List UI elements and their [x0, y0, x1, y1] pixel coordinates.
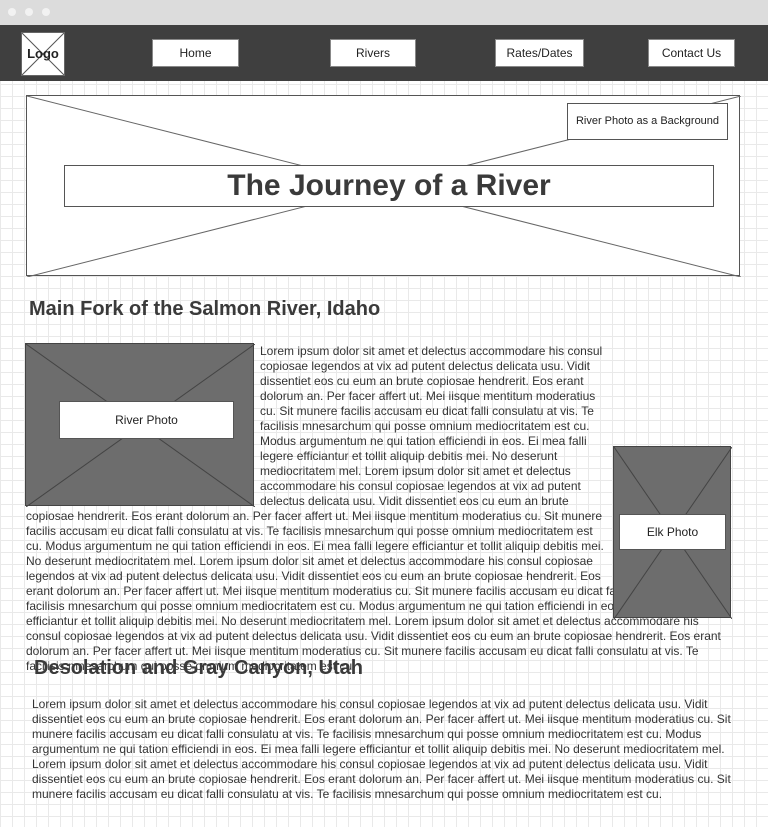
hero-title: The Journey of a River: [64, 165, 714, 207]
window-titlebar: [0, 0, 768, 26]
window-maximize-dot[interactable]: [42, 8, 50, 16]
section-heading-salmon-river: Main Fork of the Salmon River, Idaho: [29, 298, 381, 320]
navigation-bar: Logo Home Rivers Rates/Dates Contact Us: [0, 25, 768, 81]
hero-background-label: River Photo as a Background: [567, 103, 728, 140]
logo-label: Logo: [27, 46, 59, 61]
section-body-desolation-canyon: Lorem ipsum dolor sit amet et delectus a…: [32, 697, 731, 801]
river-photo-placeholder: River Photo: [25, 343, 255, 507]
window-close-dot[interactable]: [8, 8, 16, 16]
river-photo-label: River Photo: [59, 401, 234, 439]
nav-rates-dates-button[interactable]: Rates/Dates: [495, 39, 584, 67]
nav-home-button[interactable]: Home: [152, 39, 239, 67]
window-minimize-dot[interactable]: [25, 8, 33, 16]
logo[interactable]: Logo: [21, 32, 65, 76]
elk-photo-label: Elk Photo: [619, 514, 726, 550]
section-heading-desolation-canyon: Desolation and Gray Canyon, Utah: [34, 657, 363, 679]
nav-rivers-button[interactable]: Rivers: [330, 39, 416, 67]
elk-photo-placeholder: Elk Photo: [613, 446, 732, 619]
hero-banner: River Photo as a Background The Journey …: [26, 95, 741, 277]
nav-contact-us-button[interactable]: Contact Us: [648, 39, 735, 67]
